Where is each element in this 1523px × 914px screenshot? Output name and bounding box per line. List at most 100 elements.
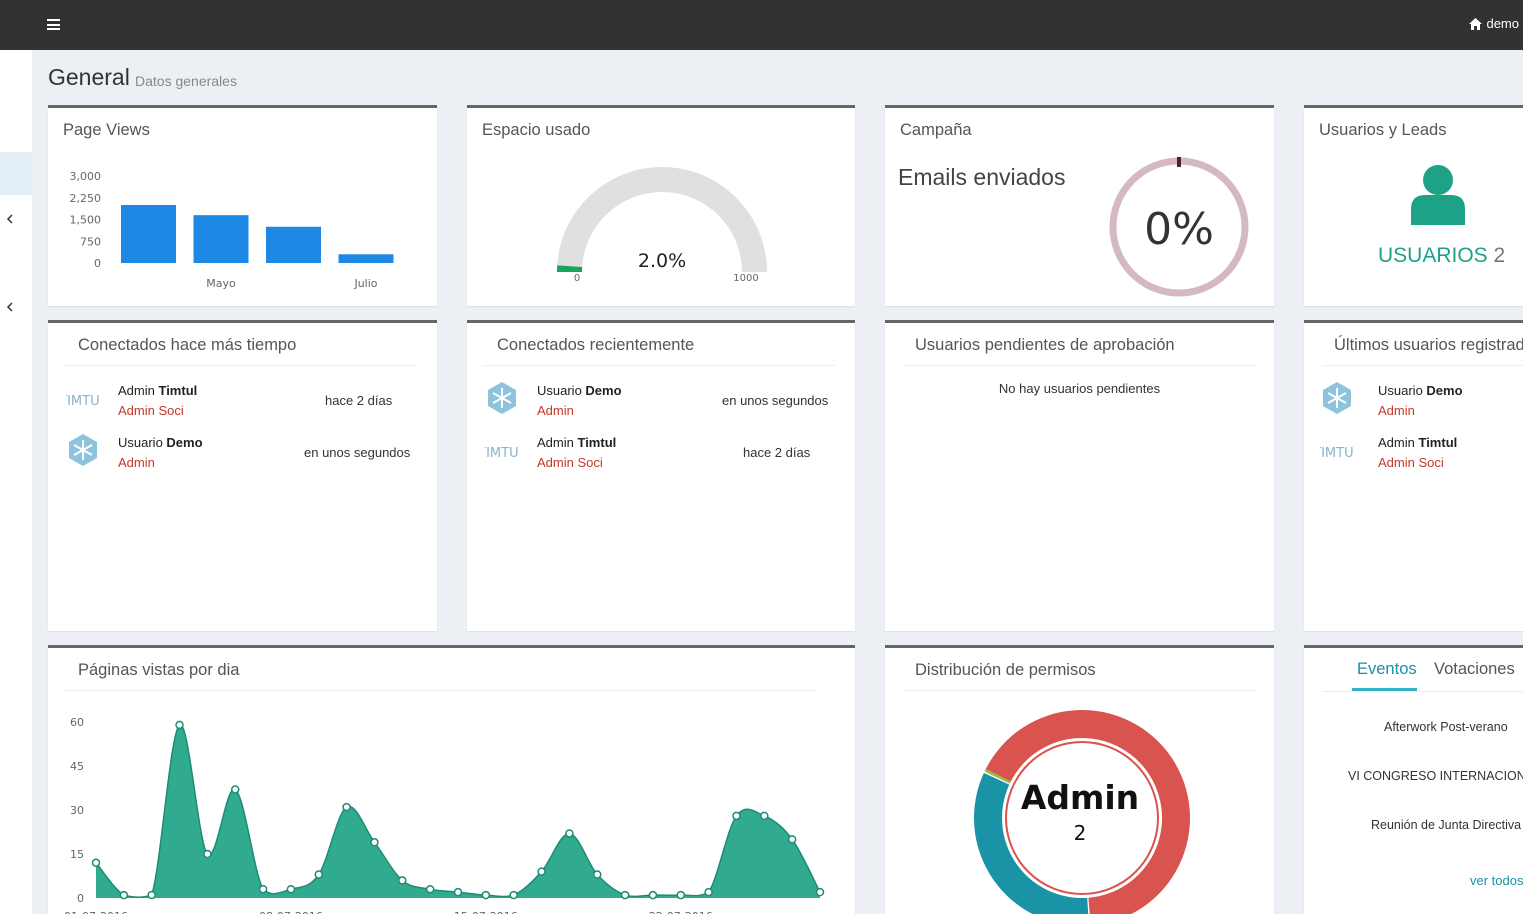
tab-votaciones[interactable]: Votaciones	[1434, 660, 1515, 679]
data-point	[203, 849, 212, 859]
x-tick-label: 01-07-2016	[64, 910, 128, 914]
donut-center-value: 2	[1074, 821, 1087, 845]
data-point	[509, 890, 518, 900]
page-views-bar-chart: 3,000 2,250 1,500 750 0 Mayo Julio	[70, 170, 394, 290]
data-point	[592, 870, 602, 879]
gauge-max: 1000	[733, 273, 758, 284]
data-point	[537, 867, 546, 876]
data-point	[453, 887, 463, 897]
data-point	[175, 720, 184, 730]
sidebar-active-item[interactable]	[0, 152, 32, 195]
event-item[interactable]: Reunión de Junta Directiva	[1371, 818, 1521, 832]
svg-text:TIMTUL: TIMTUL	[66, 394, 100, 409]
card-title: Espacio usado	[482, 121, 591, 139]
users-count: 2	[1493, 244, 1506, 267]
last-seen: hace 2 días	[325, 393, 393, 408]
daily-views-area-chart: 60 45 30 15 0 01-07-2016 08-07-2016 15-07-2016 2…	[64, 716, 825, 914]
y-tick-label: 2,250	[70, 192, 102, 205]
y-tick-label: 30	[70, 804, 84, 817]
svg-text:TIMTUL: TIMTUL	[485, 446, 519, 461]
chevron-left-icon[interactable]	[6, 300, 16, 312]
latest-users-card: Últimos usuarios registrad Usuario Demo …	[1304, 320, 1523, 631]
x-tick-label: 15-07-2016	[454, 910, 518, 914]
user-role: Admin	[537, 403, 574, 418]
bar	[193, 215, 249, 263]
donut-inner-ring	[1005, 741, 1159, 895]
user-row[interactable]: TIMTUL Admin Timtul Admin Soci	[1320, 433, 1523, 473]
data-point	[704, 887, 713, 897]
timtul-logo-icon: TIMTUL	[485, 446, 519, 461]
user-row[interactable]: Usuario Demo Admin en unos segundos	[66, 433, 426, 473]
pending-users-card: Usuarios pendientes de aprobación No hay…	[885, 320, 1274, 631]
data-point	[676, 890, 686, 900]
user-name: Usuario Demo	[537, 383, 622, 398]
users-count-label: USUARIOS 2	[1378, 244, 1506, 267]
home-icon	[1469, 17, 1483, 30]
campaign-card: Campaña Emails enviados 0%	[885, 105, 1274, 306]
y-tick-label: 0	[94, 257, 101, 270]
x-tick-label: 08-07-2016	[259, 910, 323, 914]
y-tick-label: 45	[70, 760, 84, 773]
user-row[interactable]: Usuario Demo Admin en unos segundos	[485, 381, 845, 421]
timtul-logo-icon: TIMTUL	[1320, 446, 1354, 461]
page-title: General	[48, 64, 130, 90]
area-fill	[96, 724, 820, 898]
user-name: Usuario Demo	[118, 435, 203, 450]
card-title: Usuarios y Leads	[1319, 121, 1447, 139]
user-role: Admin	[1378, 403, 1415, 418]
card-title: Page Views	[63, 121, 150, 139]
event-item[interactable]: VI CONGRESO INTERNACIONA	[1348, 769, 1523, 783]
user-icon	[1411, 165, 1465, 225]
snowflake-icon	[69, 434, 97, 466]
bar	[266, 226, 321, 263]
data-point	[787, 835, 797, 844]
oldest-connected-card: Conectados hace más tiempo TIMTUL Admin …	[48, 320, 437, 631]
data-point	[481, 890, 491, 900]
data-point	[230, 785, 240, 794]
data-point	[815, 887, 825, 897]
daily-views-card: Páginas vistas por dia 60 45 30 15 0 01-07-20…	[48, 645, 855, 914]
user-name: Usuario Demo	[1378, 383, 1463, 398]
last-seen: hace 2 días	[743, 445, 811, 460]
data-point	[91, 858, 101, 868]
card-title: Usuarios pendientes de aprobación	[915, 336, 1175, 354]
user-row[interactable]: Usuario Demo Admin	[1320, 381, 1523, 421]
page-subtitle: Datos generales	[135, 73, 237, 89]
tab-eventos[interactable]: Eventos	[1357, 660, 1417, 679]
data-point	[286, 884, 296, 894]
recent-connected-card: Conectados recientemente Usuario Demo Ad…	[467, 320, 855, 631]
y-tick-label: 15	[70, 848, 84, 861]
event-item[interactable]: Afterwork Post-verano	[1384, 720, 1508, 734]
snowflake-icon	[488, 382, 516, 414]
card-title: Últimos usuarios registrad	[1334, 336, 1523, 354]
menu-toggle-icon[interactable]	[47, 19, 60, 30]
gauge-value: 2.0%	[638, 250, 686, 272]
campaign-percent: 0%	[1144, 204, 1214, 255]
user-menu-link[interactable]: demo	[1469, 16, 1519, 31]
card-title: Conectados recientemente	[497, 336, 695, 354]
y-tick-label: 0	[77, 892, 84, 905]
data-point	[258, 884, 268, 894]
x-tick-label: 22-07-2016	[649, 910, 713, 914]
donut-center-label: Admin	[1021, 778, 1139, 817]
data-point	[732, 811, 741, 821]
user-role: Admin Soci	[118, 403, 184, 418]
last-seen: en unos segundos	[722, 393, 829, 408]
y-tick-label: 3,000	[70, 170, 102, 183]
user-row[interactable]: TIMTUL Admin Timtul Admin Soci hace 2 dí…	[485, 433, 845, 473]
data-point	[314, 870, 324, 879]
empty-message: No hay usuarios pendientes	[998, 381, 1161, 396]
user-name: Admin Timtul	[1378, 435, 1458, 450]
bar	[121, 205, 176, 263]
see-all-link[interactable]: ver todos	[1470, 873, 1523, 888]
user-row[interactable]: TIMTUL Admin Timtul Admin Soci hace 2 dí…	[66, 381, 426, 421]
users-leads-card: Usuarios y Leads USUARIOS 2	[1304, 105, 1523, 306]
emails-sent-label: Emails enviados	[898, 164, 1066, 190]
svg-text:TIMTUL: TIMTUL	[1320, 446, 1354, 461]
sidebar	[0, 50, 32, 914]
y-tick-label: 750	[80, 235, 101, 248]
storage-card: Espacio usado 2.0% 0 1000	[467, 105, 855, 306]
user-role: Admin Soci	[1378, 455, 1444, 470]
storage-gauge: 2.0% 0 1000	[557, 167, 767, 284]
chevron-left-icon[interactable]	[6, 212, 16, 224]
